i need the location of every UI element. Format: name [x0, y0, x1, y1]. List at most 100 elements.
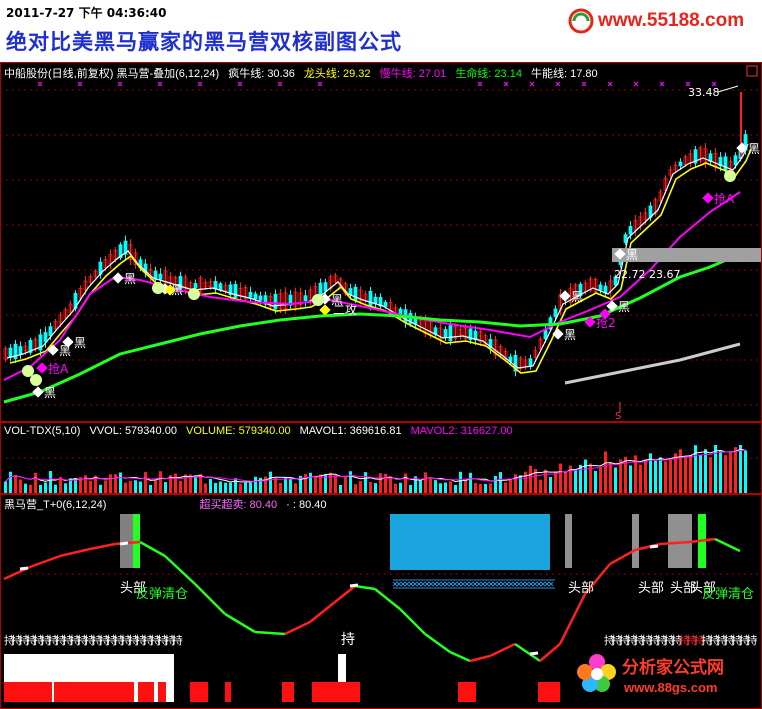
volume-bar-139 — [699, 454, 702, 493]
lattice-13 — [496, 581, 506, 587]
corner-box — [746, 65, 758, 77]
volume-bar-4 — [24, 483, 27, 493]
flower-logo-icon — [577, 654, 616, 692]
candle-body-89 — [448, 325, 453, 342]
volume-bar-78 — [394, 483, 397, 493]
red-block-7 — [282, 682, 294, 702]
osc-seg-18 — [469, 654, 491, 663]
signal-diamond-0 — [32, 386, 44, 398]
lattice-12 — [488, 581, 498, 587]
candle-body-146 — [733, 155, 738, 166]
page-title: 绝对比美黑马赢家的黑马营双核副图公式 — [6, 29, 402, 54]
volume-bar-68 — [344, 476, 347, 493]
osc-white-0 — [19, 566, 29, 571]
volume-bar-147 — [739, 445, 742, 493]
volume-bar-72 — [364, 472, 367, 493]
volume-bar-125 — [629, 465, 632, 493]
volume-bar-73 — [369, 482, 372, 493]
volume-bar-142 — [714, 445, 717, 493]
volume-bar-132 — [664, 461, 667, 493]
volume-bar-100 — [504, 482, 507, 493]
volume-bar-143 — [719, 451, 722, 493]
volume-bar-65 — [329, 472, 332, 493]
volume-bar-146 — [734, 447, 737, 493]
buy-blob-2 — [152, 282, 164, 294]
buy-blob-5 — [724, 170, 736, 182]
volume-bar-122 — [614, 467, 617, 493]
osc-seg-6 — [164, 555, 196, 585]
watermark-url: www.88gs.com — [624, 680, 718, 695]
osc-seg-15 — [399, 608, 426, 635]
candle-body-105 — [528, 358, 533, 366]
lattice-7 — [448, 581, 458, 587]
volume-bar-9 — [49, 471, 52, 493]
volume-bar-109 — [549, 476, 552, 493]
volume-bar-88 — [444, 482, 447, 493]
volume-bar-40 — [204, 483, 207, 493]
hold-mid: 持 — [341, 632, 355, 648]
osc-seg-21 — [539, 643, 561, 662]
site-url: www.55188.com — [598, 10, 745, 31]
signal-hei-7: 黑 — [571, 290, 583, 304]
volume-bar-75 — [379, 473, 382, 493]
lattice-4 — [424, 581, 434, 587]
box-high-label: 23.67 — [649, 268, 681, 281]
candle-body-54 — [273, 293, 278, 310]
volume-bar-38 — [194, 476, 197, 493]
osc-seg-12 — [334, 585, 356, 603]
lattice-19 — [544, 581, 554, 587]
candle-body-51 — [258, 295, 263, 301]
volume-bar-127 — [639, 464, 642, 493]
volume-bar-103 — [519, 475, 522, 493]
volume-bar-0 — [4, 481, 7, 493]
volume-bar-91 — [459, 471, 462, 493]
lattice-17 — [528, 581, 538, 587]
hold-left-23: 持 — [172, 633, 183, 647]
volume-bar-140 — [704, 449, 707, 493]
volume-bar-2 — [14, 474, 17, 493]
top-label-2: 头部 — [568, 581, 594, 596]
osc-seg-9 — [254, 630, 286, 636]
candle-body-46 — [233, 284, 238, 298]
volume-bar-42 — [214, 482, 217, 493]
volume-bar-58 — [294, 483, 297, 493]
top-cross-9 — [503, 81, 509, 87]
candle-body-135 — [678, 161, 683, 167]
lattice-9 — [464, 581, 474, 587]
volume-bar-34 — [174, 473, 177, 493]
signal-bar-2 — [565, 514, 572, 568]
candle-body-69 — [348, 288, 353, 296]
lattice-16 — [520, 581, 530, 587]
volume-bar-23 — [119, 472, 122, 493]
volume-bar-69 — [349, 471, 352, 493]
volume-bar-83 — [419, 480, 422, 493]
box-low-label: 22.72 — [614, 268, 646, 281]
top-cross-1 — [77, 81, 83, 87]
volume-bar-92 — [464, 479, 467, 493]
volume-chart — [0, 422, 762, 494]
volume-bar-117 — [589, 463, 592, 493]
candle-body-9 — [48, 326, 53, 337]
lattice-1 — [400, 581, 410, 587]
volume-bar-6 — [34, 472, 37, 493]
top-cross-6 — [277, 81, 283, 87]
volume-bar-50 — [254, 476, 257, 493]
lattice-6 — [440, 581, 450, 587]
volume-bar-31 — [159, 471, 162, 493]
osc-seg-3 — [89, 542, 116, 551]
osc-seg-19 — [489, 642, 516, 658]
volume-bar-71 — [359, 481, 362, 493]
volume-bar-104 — [524, 471, 527, 493]
lattice-3 — [416, 581, 426, 587]
candle-body-70 — [353, 286, 358, 301]
top-label-3: 头部 — [638, 581, 664, 596]
candle-body-3 — [18, 346, 23, 355]
volume-bar-74 — [374, 483, 377, 493]
volume-bar-66 — [334, 475, 337, 493]
top-cross-5 — [237, 81, 243, 87]
volume-bar-47 — [239, 483, 242, 493]
red-block-5 — [190, 682, 208, 702]
signal-diamond-1 — [47, 344, 59, 356]
yellow-diamond-1 — [319, 304, 331, 316]
volume-bar-96 — [484, 484, 487, 493]
